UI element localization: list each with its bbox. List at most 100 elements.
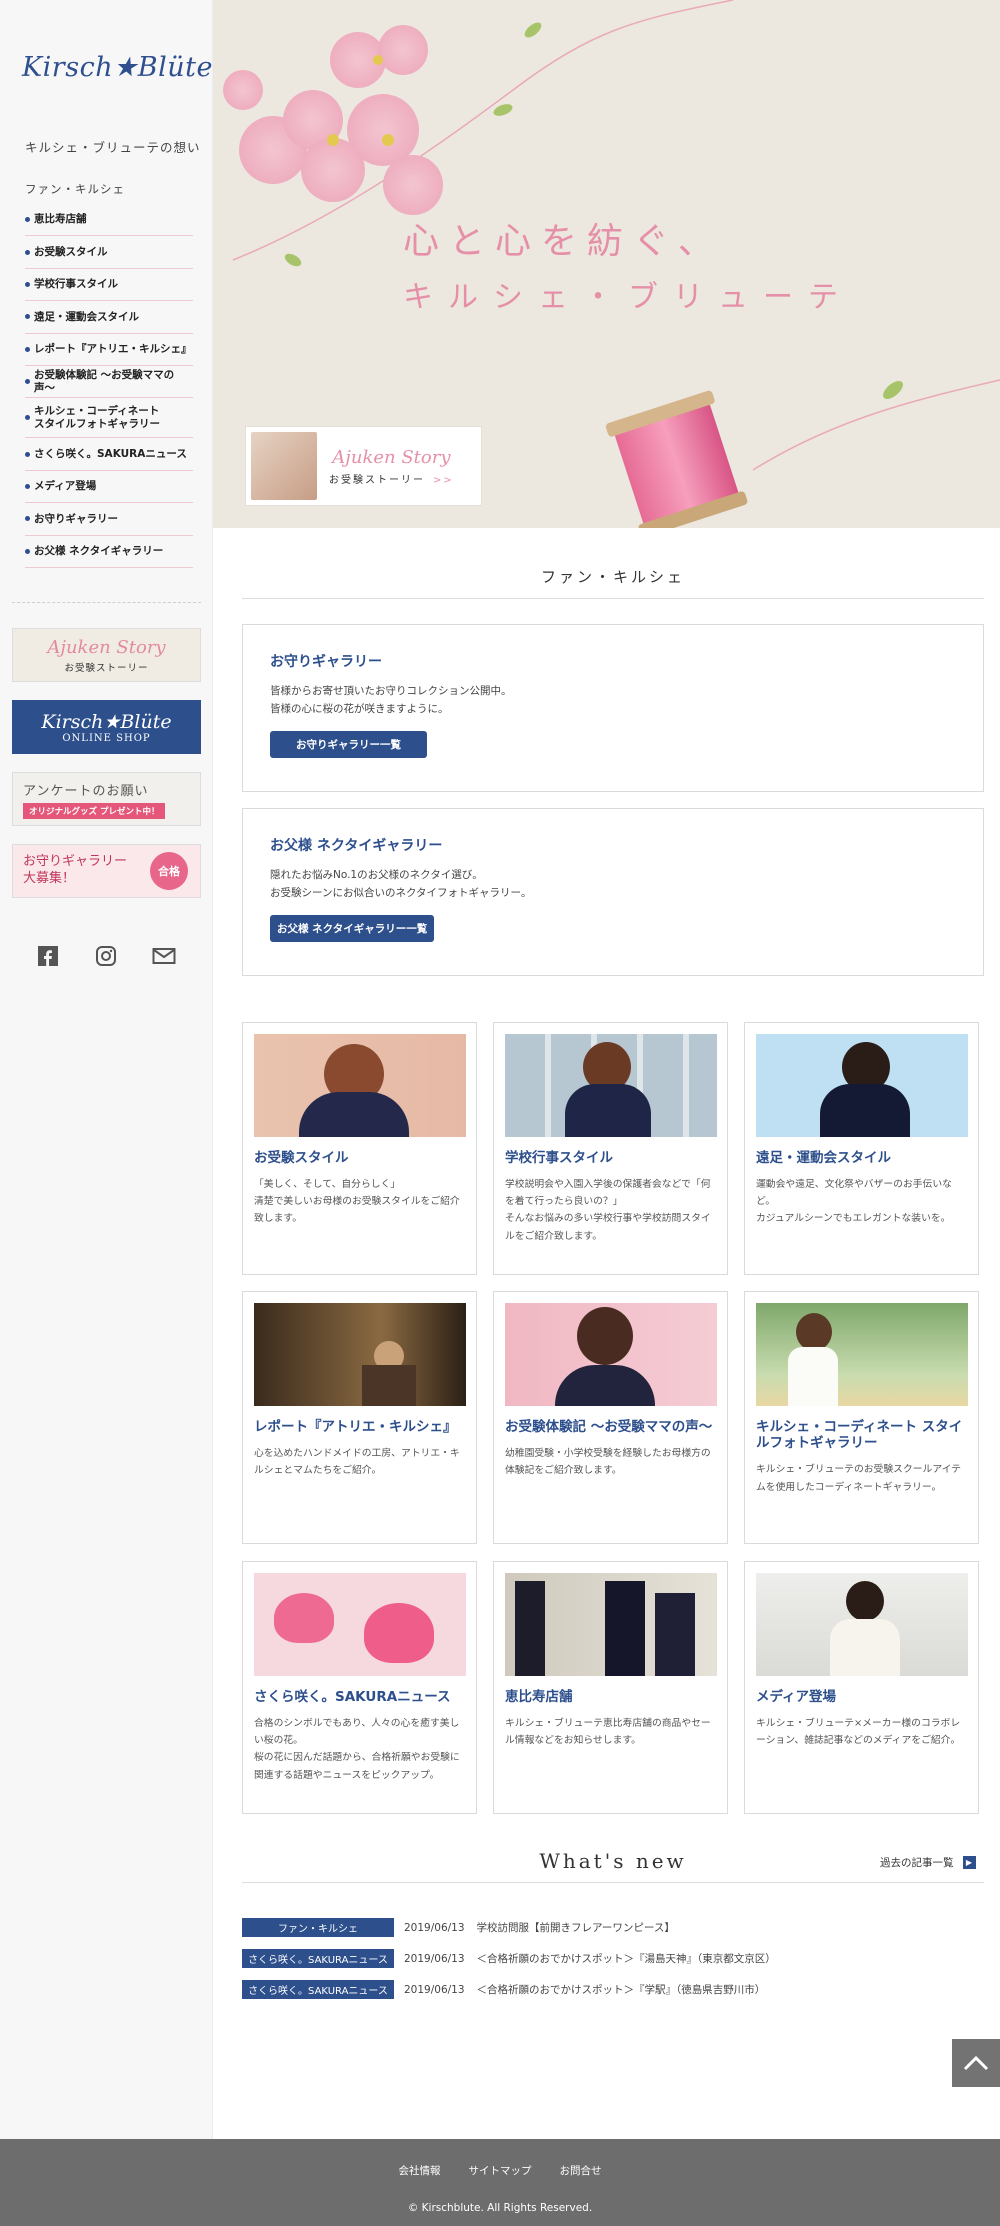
footer-link-contact[interactable]: お問合せ (560, 2163, 602, 2178)
section-divider (242, 598, 984, 599)
sidebar-menu: 恵比寿店舗 お受験スタイル 学校行事スタイル 遠足・運動会スタイル レポート『ア… (25, 204, 193, 568)
scroll-to-top-button[interactable] (952, 2039, 1000, 2087)
footer-links: 会社情報 サイトマップ お問合せ (0, 2163, 1000, 2178)
banner-survey-title: アンケートのお願い (23, 783, 149, 799)
footer-link-sitemap[interactable]: サイトマップ (469, 2163, 532, 2178)
instagram-icon[interactable] (94, 944, 118, 968)
card-text: 合格のシンボルでもあり、人々の心を癒す美しい桜の花。 桜の花に因んだ話題から、合… (254, 1718, 460, 1781)
card-title: 遠足・運動会スタイル (756, 1150, 891, 1166)
card-text: 心を込めたハンドメイドの工房、アトリエ・キルシェとマムたちをご紹介。 (254, 1448, 460, 1477)
news-item[interactable]: さくら咲く。SAKURAニュース 2019/06/13 ＜合格祈願のおでかけスポ… (242, 1943, 984, 1974)
banner-omamori-recruit[interactable]: お守りギャラリー 大募集！ 合格 (12, 844, 201, 898)
footer-link-company[interactable]: 会社情報 (399, 2163, 441, 2178)
sidebar-item-coordinate-gallery[interactable]: キルシェ・コーディネート スタイルフォトギャラリー (25, 398, 193, 439)
news-title[interactable]: ＜合格祈願のおでかけスポット＞『湯島天神』（東京都文京区） (477, 1951, 776, 1966)
sidebar-item-ebisu-store[interactable]: 恵比寿店舗 (25, 204, 193, 237)
omamori-gallery-line2: 皆様の心に桜の花が咲きますように。 (270, 702, 449, 715)
facebook-icon[interactable] (36, 944, 60, 968)
card-text: キルシェ・ブリューテのお受験スクールアイテムを使用したコーディネートギャラリー。 (756, 1464, 962, 1493)
footer: 会社情報 サイトマップ お問合せ © Kirschblute. All Righ… (0, 2139, 1000, 2226)
hero-story-subtitle: お受験ストーリー >> (329, 471, 454, 486)
card-image-store (505, 1573, 717, 1676)
necktie-gallery-button[interactable]: お父様 ネクタイギャラリー一覧 (270, 914, 435, 942)
card-text: 「美しく、そして、自分らしく」 清楚で美しいお母様のお受験スタイルをご紹介致しま… (254, 1179, 460, 1225)
sidebar-item-media[interactable]: メディア登場 (25, 471, 193, 504)
sidebar-item-exam-style[interactable]: お受験スタイル (25, 236, 193, 269)
banner-ajuken-subtitle: お受験ストーリー (64, 662, 149, 674)
sidebar-link-about[interactable]: キルシェ・ブリューテの想い (25, 137, 201, 156)
copyright: © Kirschblute. All Rights Reserved. (407, 2202, 593, 2214)
omamori-gallery-box: お守りギャラリー 皆様からお寄せ頂いたお守りコレクション公開中。 皆様の心に桜の… (242, 624, 984, 792)
card-image-atelier (254, 1303, 466, 1406)
card-image-sakura (254, 1573, 466, 1676)
social-links (36, 944, 176, 968)
card-report-atelier[interactable]: レポート『アトリエ・キルシェ』 心を込めたハンドメイドの工房、アトリエ・キルシェ… (242, 1291, 477, 1544)
news-category-badge: ファン・キルシェ (242, 1918, 394, 1937)
card-coordinate-gallery[interactable]: キルシェ・コーディネート スタイルフォトギャラリー キルシェ・ブリューテのお受験… (744, 1291, 979, 1544)
card-title: お受験体験記 〜お受験ママの声〜 (505, 1419, 713, 1435)
card-image-exam-experience (505, 1303, 717, 1406)
hero-title-line1: 心と心を紡ぐ、 (403, 221, 724, 262)
necktie-gallery-box: お父様 ネクタイギャラリー 隠れたお悩みNo.1のお父様のネクタイ選び。 お受験… (242, 808, 984, 976)
news-date: 2019/06/13 (404, 1983, 465, 1996)
banner-omamori-title: お守りギャラリー 大募集！ (23, 854, 128, 886)
news-category-badge: さくら咲く。SAKURAニュース (242, 1949, 394, 1968)
hero-story-title: Ajuken Story (332, 446, 451, 468)
card-text: キルシェ・ブリューテ×メーカー様のコラボレーション、雑誌記事などのメディアをご紹… (756, 1718, 961, 1747)
card-title: さくら咲く。SAKURAニュース (254, 1689, 451, 1705)
news-category-badge: さくら咲く。SAKURAニュース (242, 1980, 394, 1999)
necktie-gallery-line1: 隠れたお悩みNo.1のお父様のネクタイ選び。 (270, 869, 483, 881)
card-school-event-style[interactable]: 学校行事スタイル 学校説明会や入園入学後の保護者会などで「何を着て行ったら良いの… (493, 1022, 728, 1275)
omamori-gallery-button[interactable]: お守りギャラリー一覧 (270, 730, 427, 758)
news-item[interactable]: ファン・キルシェ 2019/06/13 学校訪問服【前開きフレアーワンピース】 (242, 1912, 984, 1943)
news-title[interactable]: ＜合格祈願のおでかけスポット＞『学駅』（徳島県吉野川市） (477, 1982, 766, 1997)
sidebar-item-school-event-style[interactable]: 学校行事スタイル (25, 269, 193, 302)
sidebar-link-fan-kirsche[interactable]: ファン・キルシェ (25, 181, 125, 197)
banner-ajuken-title: Ajuken Story (47, 636, 166, 658)
sidebar: Kirsch★Blüte キルシェ・ブリューテの想い ファン・キルシェ 恵比寿店… (0, 0, 213, 2140)
omamori-gallery-title: お守りギャラリー (270, 654, 382, 670)
banner-ajuken-story[interactable]: Ajuken Story お受験ストーリー (12, 628, 201, 682)
card-text: 運動会や遠足、文化祭やバザーのお手伝いなど。 カジュアルシーンでもエレガントな装… (756, 1179, 952, 1225)
card-title: 恵比寿店舗 (505, 1689, 573, 1705)
banner-omamori-stamp: 合格 (150, 852, 188, 890)
banner-shop-title: Kirsch★Blüte (41, 710, 172, 733)
card-exam-style[interactable]: お受験スタイル 「美しく、そして、自分らしく」 清楚で美しいお母様のお受験スタイ… (242, 1022, 477, 1275)
card-sakura-news[interactable]: さくら咲く。SAKURAニュース 合格のシンボルでもあり、人々の心を癒す美しい桜… (242, 1561, 477, 1814)
card-title: 学校行事スタイル (505, 1150, 613, 1166)
hero-ajuken-story-card[interactable]: Ajuken Story お受験ストーリー >> (245, 426, 482, 506)
hero-banner: 心と心を紡ぐ、 キルシェ・ブリューテ Ajuken Story お受験ストーリー… (213, 0, 1000, 528)
card-image-media (756, 1573, 968, 1676)
banner-survey-subtitle: オリジナルグッズ プレゼント中！ (23, 802, 166, 819)
site-logo[interactable]: Kirsch★Blüte (22, 52, 213, 83)
card-excursion-style[interactable]: 遠足・運動会スタイル 運動会や遠足、文化祭やバザーのお手伝いなど。 カジュアルシ… (744, 1022, 979, 1275)
sidebar-item-necktie-gallery[interactable]: お父様 ネクタイギャラリー (25, 536, 193, 568)
news-title[interactable]: 学校訪問服【前開きフレアーワンピース】 (477, 1920, 675, 1935)
news-date: 2019/06/13 (404, 1921, 465, 1934)
card-title: レポート『アトリエ・キルシェ』 (254, 1419, 457, 1435)
news-item[interactable]: さくら咲く。SAKURAニュース 2019/06/13 ＜合格祈願のおでかけスポ… (242, 1974, 984, 2005)
card-text: 幼稚園受験・小学校受験を経験したお母様方の体験記をご紹介致します。 (505, 1448, 711, 1477)
banner-online-shop[interactable]: Kirsch★Blüte ONLINE SHOP (12, 700, 201, 754)
card-text: キルシェ・ブリューテ恵比寿店舗の商品やセール情報などをお知らせします。 (505, 1718, 711, 1747)
news-past-link[interactable]: 過去の記事一覧 ▶ (880, 1855, 976, 1870)
card-image-school-event (505, 1034, 717, 1137)
sidebar-item-report-atelier[interactable]: レポート『アトリエ・キルシェ』 (25, 334, 193, 366)
card-exam-experience[interactable]: お受験体験記 〜お受験ママの声〜 幼稚園受験・小学校受験を経験したお母様方の体験… (493, 1291, 728, 1544)
banner-survey[interactable]: アンケートのお願い オリジナルグッズ プレゼント中！ (12, 772, 201, 826)
necktie-gallery-title: お父様 ネクタイギャラリー (270, 838, 443, 854)
arrow-right-icon: ▶ (962, 1856, 976, 1869)
sidebar-item-exam-experience[interactable]: お受験体験記 〜お受験ママの声〜 (25, 366, 193, 399)
mother-child-photo (251, 432, 317, 500)
chevron-up-icon (963, 2055, 989, 2071)
sidebar-item-excursion-style[interactable]: 遠足・運動会スタイル (25, 301, 193, 334)
card-image-exam-style (254, 1034, 466, 1137)
card-media[interactable]: メディア登場 キルシェ・ブリューテ×メーカー様のコラボレーション、雑誌記事などの… (744, 1561, 979, 1814)
sidebar-item-omamori-gallery[interactable]: お守りギャラリー (25, 503, 193, 536)
mail-icon[interactable] (152, 944, 176, 968)
card-title: キルシェ・コーディネート スタイルフォトギャラリー (756, 1419, 963, 1452)
card-ebisu-store[interactable]: 恵比寿店舗 キルシェ・ブリューテ恵比寿店舗の商品やセール情報などをお知らせします… (493, 1561, 728, 1814)
necktie-gallery-line2: お受験シーンにお似合いのネクタイフォトギャラリー。 (270, 886, 532, 899)
news-divider (242, 1882, 984, 1883)
sidebar-item-sakura-news[interactable]: さくら咲く。SAKURAニュース (25, 438, 193, 471)
